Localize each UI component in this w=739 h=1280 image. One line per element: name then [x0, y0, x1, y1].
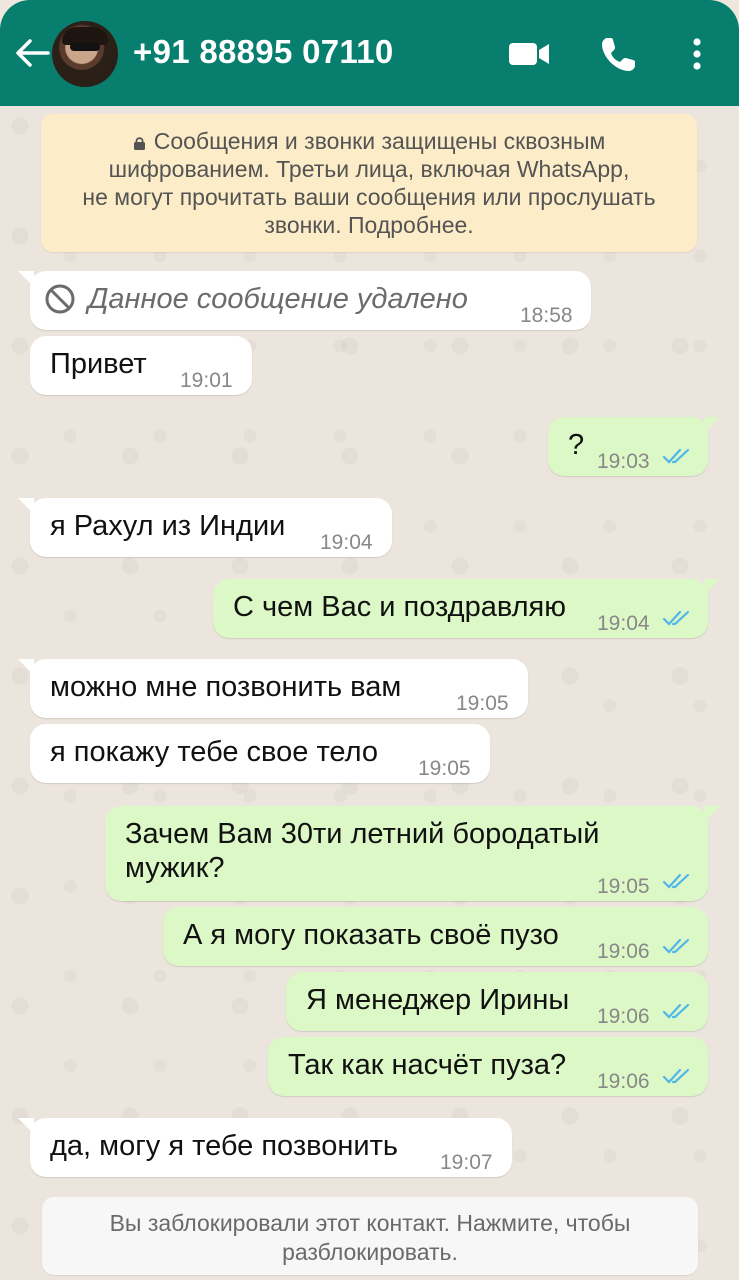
message-outgoing[interactable]: Зачем Вам 30ти летний бородатый мужик? 1… — [105, 806, 720, 901]
contact-title[interactable]: +91 88895 07110 — [133, 33, 394, 71]
message-text: Так как насчёт пуза? — [288, 1049, 567, 1081]
message-text: я покажу тебе свое тело — [50, 736, 378, 768]
message-time: 19:04 — [320, 531, 373, 554]
message-text-line-1: Зачем Вам 30ти летний бородатый — [125, 818, 600, 850]
message-time: 19:04 — [597, 612, 650, 635]
message-text-line-2: мужик? — [125, 852, 225, 884]
message-text: Я менеджер Ирины — [306, 984, 570, 1016]
chat-header: +91 88895 07110 — [0, 0, 739, 106]
read-receipt-icon — [662, 1068, 690, 1084]
message-text: Привет — [50, 348, 147, 380]
read-receipt-icon — [662, 448, 690, 464]
read-receipt-icon — [662, 938, 690, 954]
message-text: Данное сообщение удалено — [88, 283, 468, 315]
read-receipt-icon — [662, 610, 690, 626]
phone-call-icon[interactable] — [598, 35, 638, 75]
message-incoming[interactable]: я покажу тебе свое тело 19:05 — [30, 724, 490, 783]
message-text: А я могу показать своё пузо — [183, 919, 559, 951]
blocked-line-2: разблокировать. — [282, 1239, 458, 1265]
video-call-icon[interactable] — [507, 38, 551, 70]
message-text: ? — [568, 429, 585, 461]
message-time: 19:06 — [597, 1070, 650, 1093]
notice-line-3: не могут прочитать ваши сообщения или пр… — [82, 184, 656, 210]
message-text: можно мне позвонить вам — [50, 671, 402, 703]
message-outgoing[interactable]: ? 19:03 — [548, 417, 720, 476]
message-outgoing[interactable]: С чем Вас и поздравляю 19:04 — [213, 579, 720, 638]
message-time: 19:01 — [180, 369, 233, 392]
message-time: 19:05 — [597, 875, 650, 898]
message-time: 19:03 — [597, 450, 650, 473]
message-incoming[interactable]: я Рахул из Индии 19:04 — [18, 498, 392, 557]
message-time: 19:06 — [597, 1005, 650, 1028]
message-incoming[interactable]: да, могу я тебе позвонить 19:07 — [18, 1118, 512, 1177]
message-incoming-deleted[interactable]: Данное сообщение удалено 18:58 — [18, 271, 591, 330]
message-time: 19:05 — [418, 757, 471, 780]
contact-avatar[interactable] — [52, 21, 118, 87]
message-outgoing[interactable]: Я менеджер Ирины 19:06 — [286, 972, 708, 1031]
more-menu-icon[interactable] — [688, 35, 706, 75]
encryption-notice[interactable]: Сообщения и звонки защищены сквозным шиф… — [41, 114, 697, 252]
message-time: 19:07 — [440, 1151, 493, 1174]
message-outgoing[interactable]: Так как насчёт пуза? 19:06 — [268, 1037, 708, 1096]
chat-screen: +91 88895 07110 Сообщения и звонки защищ… — [0, 0, 739, 1280]
notice-line-1: Сообщения и звонки защищены сквозным — [71, 127, 667, 155]
message-time: 19:06 — [597, 940, 650, 963]
message-incoming[interactable]: Привет 19:01 — [30, 336, 252, 395]
message-time: 18:58 — [520, 304, 573, 327]
message-incoming[interactable]: можно мне позвонить вам 19:05 — [18, 659, 528, 718]
blocked-line-1: Вы заблокировали этот контакт. Нажмите, … — [109, 1210, 631, 1236]
notice-line-2: шифрованием. Третьи лица, включая WhatsA… — [108, 156, 630, 182]
read-receipt-icon — [662, 873, 690, 889]
deleted-message-icon — [45, 284, 75, 314]
message-text: С чем Вас и поздравляю — [233, 591, 566, 623]
message-text: я Рахул из Индии — [50, 510, 286, 542]
message-text: да, могу я тебе позвонить — [50, 1130, 398, 1162]
message-outgoing[interactable]: А я могу показать своё пузо 19:06 — [163, 907, 708, 966]
message-time: 19:05 — [456, 692, 509, 715]
notice-line-4: звонки. Подробнее. — [264, 212, 474, 238]
lock-icon — [133, 137, 145, 150]
read-receipt-icon — [662, 1003, 690, 1019]
back-arrow-icon[interactable] — [14, 38, 50, 68]
blocked-contact-banner[interactable]: Вы заблокировали этот контакт. Нажмите, … — [42, 1197, 698, 1275]
